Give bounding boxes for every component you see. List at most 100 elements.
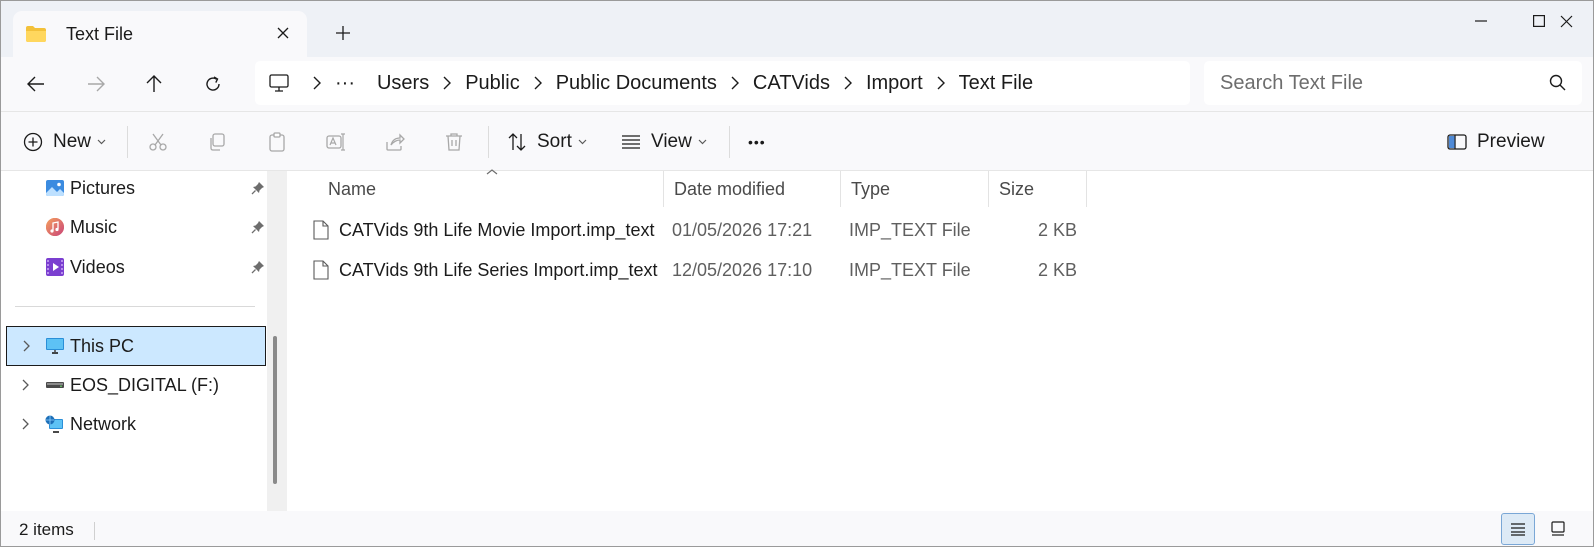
details-view-button[interactable] [1501, 513, 1535, 545]
delete-button[interactable] [444, 124, 464, 160]
close-icon [277, 27, 289, 39]
breadcrumb-catvids[interactable]: CATVids [753, 72, 830, 95]
breadcrumb-import[interactable]: Import [866, 72, 923, 95]
preview-label: Preview [1477, 131, 1545, 152]
file-name: CATVids 9th Life Series Import.imp_text [339, 259, 658, 280]
copy-button[interactable] [207, 124, 227, 160]
sidebar-item-eos-digital[interactable]: EOS_DIGITAL (F:) [1, 365, 271, 405]
size-cell: 2 KB [1037, 259, 1077, 280]
sidebar-item-label: Videos [70, 256, 125, 277]
chevron-right-icon [313, 76, 321, 90]
breadcrumb[interactable]: ··· Users Public Public Documents CATVid… [255, 61, 1190, 105]
column-header-type[interactable]: Type [841, 171, 989, 207]
sidebar-item-videos[interactable]: Videos [1, 247, 271, 287]
command-bar: New Sort View ••• Preview [1, 111, 1593, 171]
pin-icon[interactable] [251, 181, 265, 195]
breadcrumb-text-file[interactable]: Text File [959, 72, 1033, 95]
computer-icon [46, 338, 64, 354]
tab-text-file[interactable]: Text File [13, 11, 307, 57]
pin-icon[interactable] [251, 220, 265, 234]
pin-icon[interactable] [251, 260, 265, 274]
back-button[interactable] [19, 67, 53, 101]
arrow-left-icon [27, 76, 44, 92]
column-header-date-modified[interactable]: Date modified [664, 171, 841, 207]
forward-button[interactable] [79, 67, 113, 101]
computer-icon [269, 74, 289, 92]
sidebar-item-network[interactable]: Network [1, 404, 271, 444]
rename-icon [326, 133, 345, 151]
breadcrumb-separator[interactable] [830, 76, 866, 90]
close-tab-button[interactable] [271, 21, 295, 45]
breadcrumb-overflow[interactable]: ··· [335, 72, 355, 95]
sort-label: Sort [537, 131, 572, 152]
view-button[interactable]: View [621, 124, 707, 160]
minimize-icon [1475, 20, 1487, 22]
paste-button[interactable] [267, 124, 287, 160]
search-input[interactable] [1220, 61, 1530, 105]
table-row[interactable]: CATVids 9th Life Movie Import.imp_text 0… [307, 211, 1087, 249]
close-window-button[interactable] [1537, 1, 1593, 41]
chevron-right-icon[interactable] [19, 339, 33, 353]
clipboard-icon [269, 132, 285, 152]
sidebar-item-label: This PC [70, 335, 135, 356]
nav-scrollbar-thumb[interactable] [273, 336, 277, 484]
plus-icon [336, 26, 350, 40]
status-divider [94, 522, 95, 540]
breadcrumb-separator[interactable] [429, 76, 465, 90]
up-button[interactable] [137, 67, 171, 101]
drive-icon [46, 382, 64, 388]
type-cell: IMP_TEXT File [849, 219, 971, 240]
network-icon [45, 415, 63, 433]
breadcrumb-separator[interactable] [923, 76, 959, 90]
chevron-down-icon [97, 139, 106, 145]
chevron-right-icon [731, 76, 739, 90]
share-button[interactable] [385, 124, 405, 160]
breadcrumb-public-documents[interactable]: Public Documents [556, 72, 717, 95]
refresh-icon [206, 76, 220, 91]
search-icon[interactable] [1548, 73, 1568, 93]
file-icon [313, 220, 329, 240]
sidebar-item-label: Pictures [70, 177, 136, 198]
date-modified-cell: 01/05/2026 17:21 [672, 219, 813, 240]
folder-icon [26, 26, 46, 42]
sort-button[interactable]: Sort [507, 124, 587, 160]
search-box[interactable] [1204, 61, 1582, 105]
refresh-button[interactable] [196, 67, 230, 101]
videos-icon [46, 258, 64, 276]
new-tab-button[interactable] [329, 19, 357, 47]
minimize-button[interactable] [1452, 1, 1510, 41]
type-cell: IMP_TEXT File [849, 259, 971, 280]
breadcrumb-separator[interactable] [299, 76, 335, 90]
status-bar: 2 items [1, 511, 1593, 546]
scissors-icon [149, 133, 167, 151]
new-button[interactable]: New [23, 124, 106, 160]
tiles-view-button[interactable] [1541, 513, 1575, 545]
file-name-cell[interactable]: CATVids 9th Life Series Import.imp_text [313, 251, 657, 289]
breadcrumb-separator[interactable] [520, 76, 556, 90]
preview-pane-button[interactable]: Preview [1447, 124, 1545, 160]
chevron-right-icon[interactable] [18, 417, 32, 431]
more-options-button[interactable]: ••• [748, 124, 766, 160]
sidebar-item-music[interactable]: Music [1, 207, 271, 247]
column-header-name[interactable]: Name [318, 171, 664, 207]
table-row[interactable]: CATVids 9th Life Series Import.imp_text … [307, 251, 1087, 289]
navigation-pane: Pictures Music Videos This PC EOS_DIGITA… [1, 171, 287, 511]
breadcrumb-public[interactable]: Public [465, 72, 519, 95]
breadcrumb-users[interactable]: Users [377, 72, 429, 95]
trash-icon [446, 133, 462, 151]
nav-scrollbar[interactable] [267, 171, 287, 511]
breadcrumb-separator[interactable] [717, 76, 753, 90]
file-name-cell[interactable]: CATVids 9th Life Movie Import.imp_text [313, 211, 654, 249]
date-modified-cell: 12/05/2026 17:10 [672, 259, 813, 280]
size-cell: 2 KB [1037, 219, 1077, 240]
column-header-size[interactable]: Size [989, 171, 1087, 207]
music-icon [46, 218, 64, 236]
rename-button[interactable] [326, 124, 346, 160]
tab-title: Text File [66, 23, 134, 44]
cut-button[interactable] [148, 124, 168, 160]
file-list: Name Date modified Type Size CATVids 9th… [287, 169, 1593, 511]
sidebar-item-this-pc[interactable]: This PC [6, 326, 266, 366]
chevron-right-icon[interactable] [18, 378, 32, 392]
sidebar-item-pictures[interactable]: Pictures [1, 168, 271, 208]
file-explorer-window: Text File ··· Users Public Public Docume… [0, 0, 1594, 547]
